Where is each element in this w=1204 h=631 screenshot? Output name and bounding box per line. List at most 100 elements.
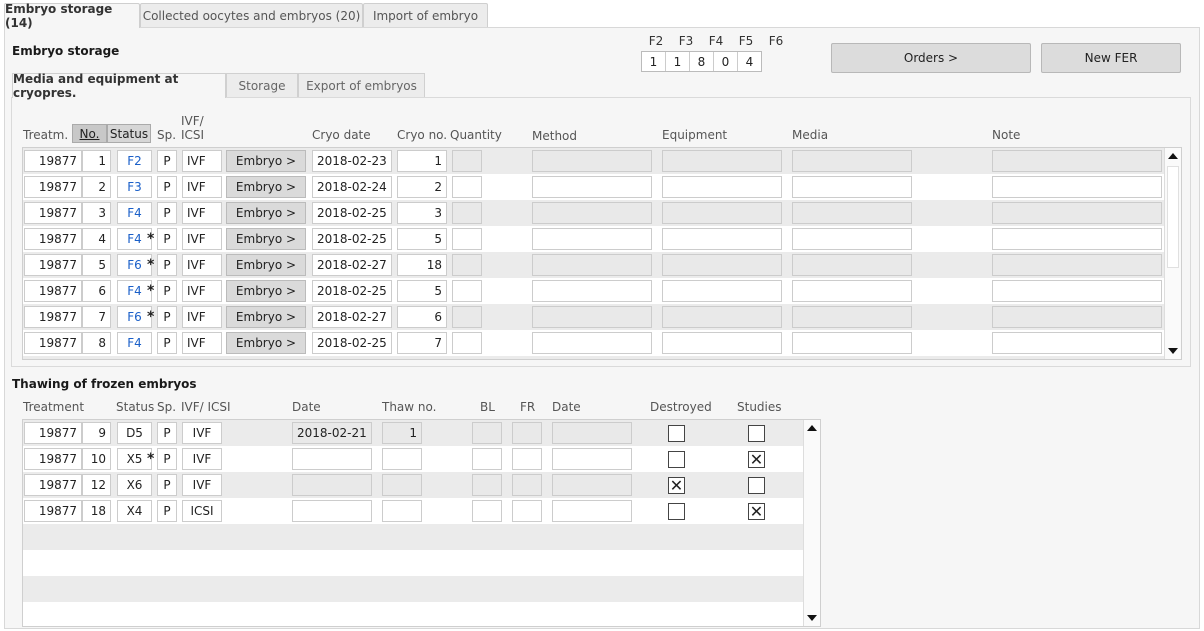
- note-field[interactable]: [992, 228, 1162, 250]
- equipment-field[interactable]: [662, 202, 782, 224]
- equipment-field[interactable]: [662, 228, 782, 250]
- quantity-field[interactable]: [452, 202, 482, 224]
- studies-checkbox[interactable]: [748, 425, 765, 442]
- scroll-down-icon[interactable]: [807, 615, 817, 621]
- destroyed-checkbox[interactable]: [668, 451, 685, 468]
- method-field[interactable]: [532, 176, 652, 198]
- date2-field[interactable]: [552, 448, 632, 470]
- equipment-field[interactable]: [662, 306, 782, 328]
- col-equipment: Equipment: [662, 128, 728, 142]
- embryo-button[interactable]: Embryo >: [226, 254, 306, 276]
- col-no-sort[interactable]: No.: [72, 124, 107, 143]
- note-field[interactable]: [992, 254, 1162, 276]
- equipment-field[interactable]: [662, 254, 782, 276]
- tab-embryo-storage[interactable]: Embryo storage (14): [4, 2, 140, 30]
- new-fer-button[interactable]: New FER: [1041, 43, 1181, 73]
- bl-field[interactable]: [472, 422, 502, 444]
- date2-field[interactable]: [552, 500, 632, 522]
- method-field[interactable]: [532, 202, 652, 224]
- orders-button[interactable]: Orders >: [831, 43, 1031, 73]
- embryo-button[interactable]: Embryo >: [226, 306, 306, 328]
- embryo-button[interactable]: Embryo >: [226, 228, 306, 250]
- note-field[interactable]: [992, 280, 1162, 302]
- bl-field[interactable]: [472, 474, 502, 496]
- thaw-no-field[interactable]: 1: [382, 422, 422, 444]
- media-field[interactable]: [792, 332, 912, 354]
- table-row: [23, 356, 1165, 359]
- note-field[interactable]: [992, 176, 1162, 198]
- media-field[interactable]: [792, 202, 912, 224]
- thaw-date-field[interactable]: [292, 500, 372, 522]
- method-field[interactable]: [532, 150, 652, 172]
- method-field[interactable]: [532, 254, 652, 276]
- media-field[interactable]: [792, 254, 912, 276]
- scroll-up-icon[interactable]: [1168, 153, 1178, 159]
- subtab-storage[interactable]: Storage: [226, 73, 298, 97]
- quantity-field[interactable]: [452, 332, 482, 354]
- embryo-button[interactable]: Embryo >: [226, 202, 306, 224]
- media-field[interactable]: [792, 176, 912, 198]
- quantity-field[interactable]: [452, 306, 482, 328]
- status-cell[interactable]: F4: [117, 202, 152, 224]
- quantity-field[interactable]: [452, 254, 482, 276]
- media-field[interactable]: [792, 228, 912, 250]
- scroll-down-icon[interactable]: [1168, 348, 1178, 354]
- note-field[interactable]: [992, 332, 1162, 354]
- studies-checkbox[interactable]: ✕: [748, 451, 765, 468]
- media-field[interactable]: [792, 280, 912, 302]
- date2-field[interactable]: [552, 422, 632, 444]
- studies-checkbox[interactable]: [748, 477, 765, 494]
- embryo-button[interactable]: Embryo >: [226, 176, 306, 198]
- fr-field[interactable]: [512, 422, 542, 444]
- fr-field[interactable]: [512, 474, 542, 496]
- equipment-field[interactable]: [662, 280, 782, 302]
- col-status-sort[interactable]: Status: [107, 124, 151, 143]
- status-cell[interactable]: F3: [117, 176, 152, 198]
- note-field[interactable]: [992, 150, 1162, 172]
- scrollbar-thumb[interactable]: [1167, 166, 1179, 268]
- method-field[interactable]: [532, 280, 652, 302]
- thaw-date-field[interactable]: [292, 474, 372, 496]
- thawing-scrollbar[interactable]: [803, 420, 820, 626]
- bl-field[interactable]: [472, 448, 502, 470]
- quantity-field[interactable]: [452, 228, 482, 250]
- status-cell[interactable]: F4: [117, 332, 152, 354]
- thaw-no-field[interactable]: [382, 500, 422, 522]
- subtab-media-equipment[interactable]: Media and equipment at cryopres.: [12, 72, 226, 100]
- ivf-cell: IVF: [182, 448, 222, 470]
- destroyed-checkbox[interactable]: ✕: [668, 477, 685, 494]
- destroyed-checkbox[interactable]: [668, 503, 685, 520]
- quantity-field[interactable]: [452, 176, 482, 198]
- thaw-date-field[interactable]: [292, 448, 372, 470]
- tab-import-embryo[interactable]: Import of embryo: [363, 3, 488, 27]
- fr-field[interactable]: [512, 500, 542, 522]
- equipment-field[interactable]: [662, 332, 782, 354]
- bl-field[interactable]: [472, 500, 502, 522]
- date2-field[interactable]: [552, 474, 632, 496]
- fr-field[interactable]: [512, 448, 542, 470]
- media-field[interactable]: [792, 150, 912, 172]
- note-field[interactable]: [992, 306, 1162, 328]
- subtab-export-embryos[interactable]: Export of embryos: [298, 73, 425, 97]
- destroyed-checkbox[interactable]: [668, 425, 685, 442]
- tab-collected-oocytes[interactable]: Collected oocytes and embryos (20): [140, 3, 363, 27]
- media-field[interactable]: [792, 306, 912, 328]
- thaw-no-field[interactable]: [382, 448, 422, 470]
- method-field[interactable]: [532, 228, 652, 250]
- method-field[interactable]: [532, 306, 652, 328]
- thaw-date-field[interactable]: 2018-02-21: [292, 422, 372, 444]
- scroll-up-icon[interactable]: [807, 425, 817, 431]
- note-field[interactable]: [992, 202, 1162, 224]
- thaw-no-field[interactable]: [382, 474, 422, 496]
- embryo-button[interactable]: Embryo >: [226, 280, 306, 302]
- status-cell[interactable]: F2: [117, 150, 152, 172]
- equipment-field[interactable]: [662, 150, 782, 172]
- equipment-field[interactable]: [662, 176, 782, 198]
- method-field[interactable]: [532, 332, 652, 354]
- embryo-button[interactable]: Embryo >: [226, 332, 306, 354]
- studies-checkbox[interactable]: ✕: [748, 503, 765, 520]
- quantity-field[interactable]: [452, 280, 482, 302]
- embryo-button[interactable]: Embryo >: [226, 150, 306, 172]
- storage-scrollbar[interactable]: [1164, 148, 1181, 359]
- quantity-field[interactable]: [452, 150, 482, 172]
